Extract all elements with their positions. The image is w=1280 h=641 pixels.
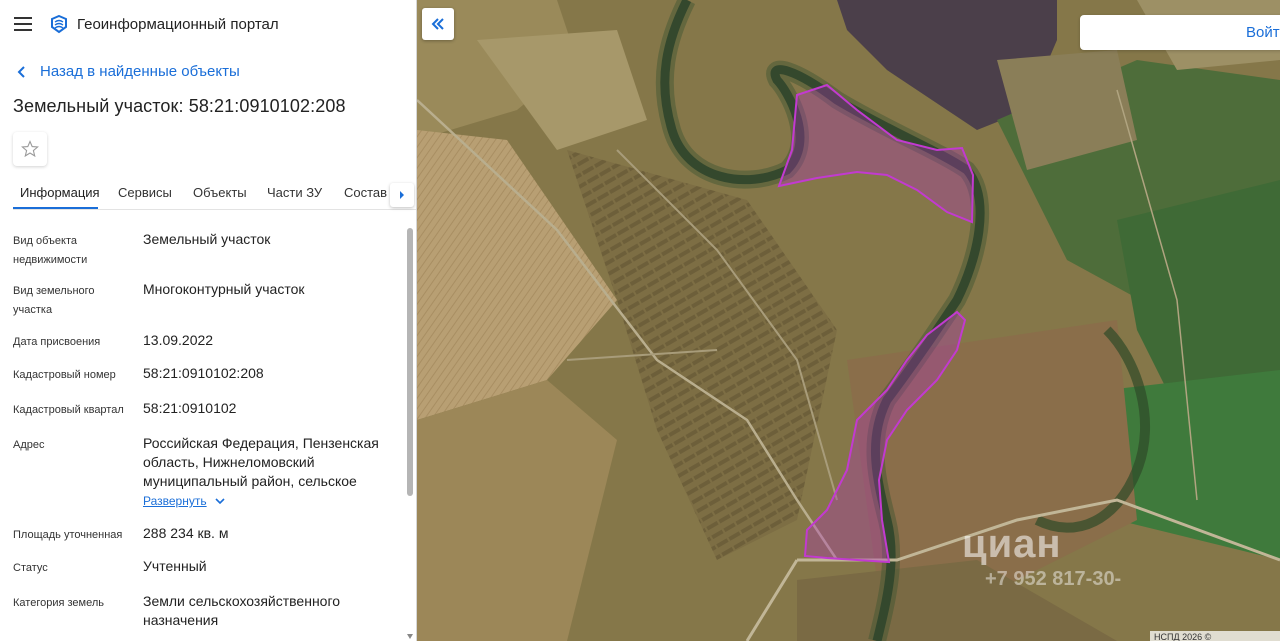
login-button[interactable]: Войти: [1080, 15, 1280, 50]
info-label: Кадастровый номер: [13, 369, 116, 381]
tab-objects[interactable]: Объекты: [193, 185, 247, 200]
info-value: Учтенный: [143, 558, 207, 574]
watermark-phone: +7 952 817-30-: [985, 568, 1122, 590]
tab-composition[interactable]: Состав: [344, 185, 387, 200]
info-value: Многоконтурный участок: [143, 281, 305, 297]
tab-parts[interactable]: Части ЗУ: [267, 185, 322, 200]
back-link-label: Назад в найденные объекты: [40, 63, 240, 80]
info-value: 13.09.2022: [143, 332, 214, 348]
caret-right-icon: [400, 191, 404, 199]
info-value: Земельный участок: [143, 231, 271, 247]
tabs-scroll-right-button[interactable]: [390, 183, 414, 207]
info-value: 58:21:0910102:208: [143, 365, 264, 381]
info-label: Вид объекта недвижимости: [13, 235, 88, 266]
double-chevron-left-icon: [431, 18, 444, 30]
info-label: Адрес: [13, 439, 45, 451]
active-tab-indicator: [13, 207, 98, 209]
favorite-button[interactable]: [13, 132, 47, 166]
info-value: 288 234 кв. м: [143, 525, 229, 541]
watermark-logo: циан: [962, 522, 1062, 566]
collapse-panel-button[interactable]: [422, 8, 454, 40]
map-attribution: НСПД 2026 ©: [1150, 631, 1280, 641]
chevron-down-icon: [215, 497, 225, 504]
login-label: Войти: [1246, 24, 1280, 41]
info-label: Кадастровый квартал: [13, 404, 124, 416]
info-value: Российская Федерация, Пензенская область…: [143, 435, 379, 489]
expand-address-link[interactable]: Развернуть: [143, 494, 225, 508]
menu-icon[interactable]: [14, 17, 32, 31]
info-value: 58:21:0910102: [143, 400, 237, 416]
back-to-results-link[interactable]: Назад в найденные объекты: [16, 63, 240, 80]
scrollbar-thumb[interactable]: [407, 228, 413, 496]
info-label: Площадь уточненная: [13, 529, 123, 541]
info-label: Дата присвоения: [13, 336, 101, 348]
chevron-left-icon: [17, 65, 25, 78]
tab-bar: Информация Сервисы Объекты Части ЗУ Сост…: [13, 176, 416, 210]
info-value: Земли сельскохозяйственного назначения: [143, 593, 341, 628]
info-label: Статус: [13, 562, 48, 574]
panel-scrollbar[interactable]: [405, 222, 415, 641]
side-panel: Геоинформационный портал Назад в найденн…: [0, 0, 417, 641]
info-label: Вид земельного участка: [13, 285, 95, 316]
map-view[interactable]: Войти циан +7 952 817-30- НСПД 2026 ©: [417, 0, 1280, 641]
page-title: Земельный участок: 58:21:0910102:208: [13, 96, 346, 116]
star-icon: [21, 140, 39, 158]
scroll-down-arrow-icon[interactable]: [407, 634, 413, 639]
info-label: Категория земель: [13, 597, 104, 609]
tab-services[interactable]: Сервисы: [118, 185, 172, 200]
app-title: Геоинформационный портал: [77, 16, 279, 33]
expand-label: Развернуть: [143, 494, 207, 508]
tab-information[interactable]: Информация: [20, 185, 100, 200]
portal-logo-icon: [51, 15, 67, 34]
top-bar: Геоинформационный портал: [0, 0, 416, 50]
satellite-imagery: [417, 0, 1280, 641]
